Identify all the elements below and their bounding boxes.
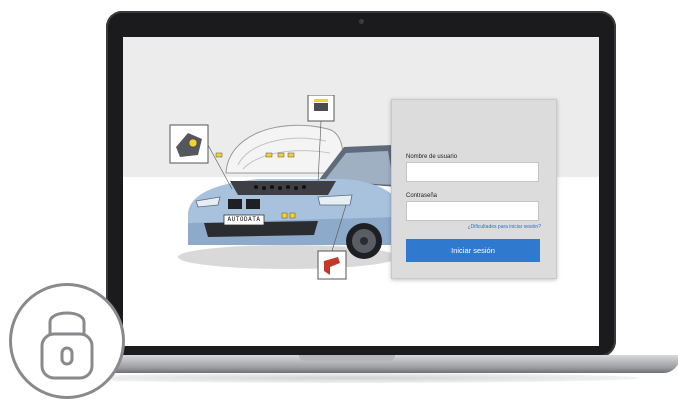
login-panel: Nombre de usuario Contraseña ¿Dificultad… [391, 99, 557, 279]
username-label: Nombre de usuario [406, 154, 458, 160]
car-plate-text: AUTODATA [227, 216, 261, 223]
car-illustration [169, 95, 398, 280]
padlock-icon [40, 311, 94, 380]
lock-badge [9, 283, 125, 399]
laptop-hinge-notch [299, 355, 395, 361]
laptop-lid: AUTODATA Nombre de usuario Contraseña ¿D… [106, 11, 616, 357]
laptop-screen: AUTODATA Nombre de usuario Contraseña ¿D… [123, 37, 599, 346]
password-input[interactable] [406, 201, 539, 221]
username-input[interactable] [406, 162, 539, 182]
forgot-login-link[interactable]: ¿Dificultades para iniciar sesión? [468, 224, 541, 230]
laptop-shadow [60, 373, 640, 383]
password-label: Contraseña [406, 193, 438, 199]
webcam [359, 19, 364, 24]
login-button[interactable]: Iniciar sesión [406, 239, 540, 262]
